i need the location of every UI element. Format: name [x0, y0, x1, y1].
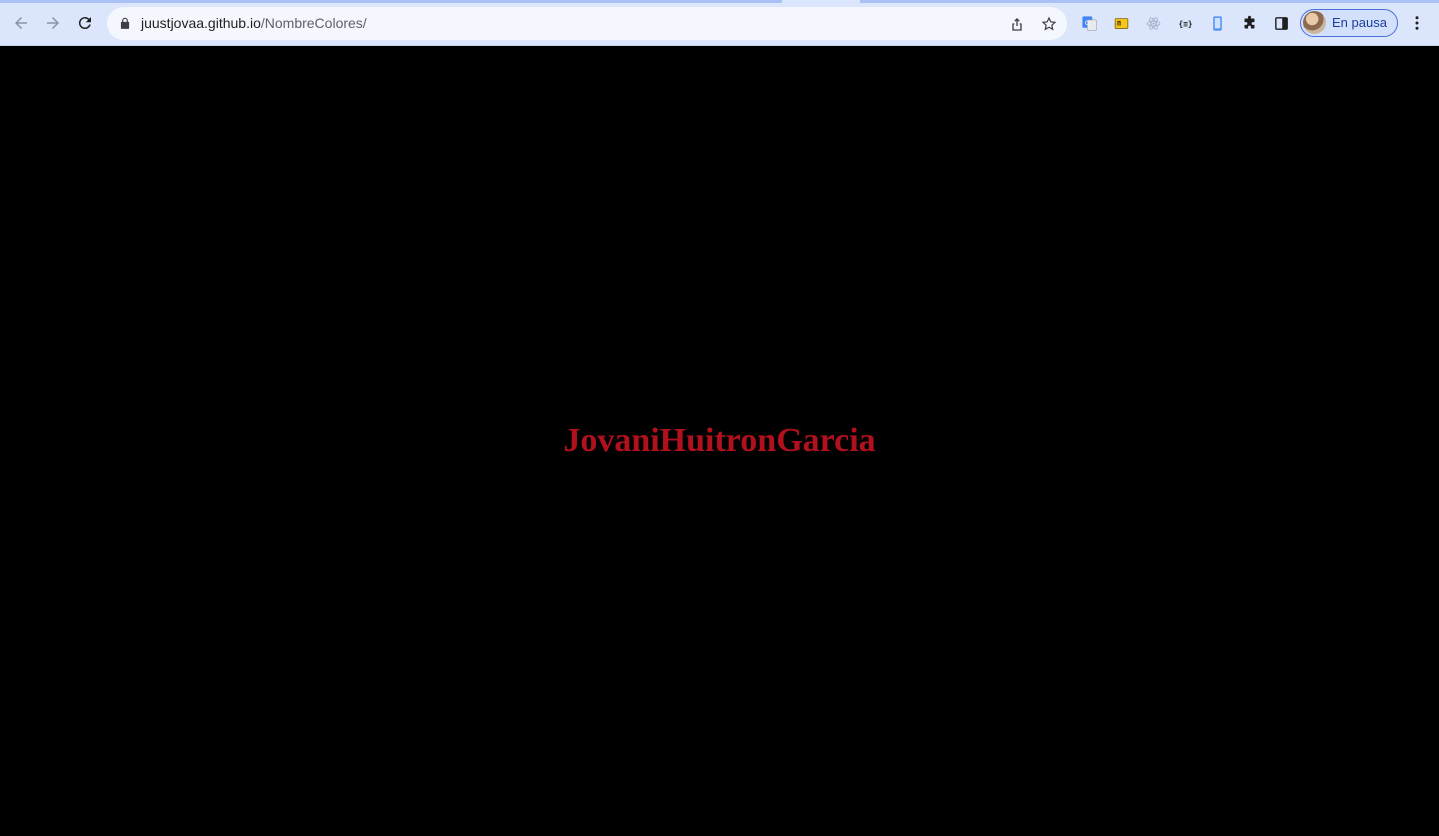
- device-extension-icon: [1212, 15, 1222, 31]
- svg-text:{≡}: {≡}: [1178, 19, 1192, 28]
- page-heading-name: JovaniHuitronGarcia: [563, 422, 876, 459]
- puzzle-icon: [1244, 15, 1254, 28]
- tab-strip: [0, 0, 1439, 3]
- folder-extension-icon: [1114, 17, 1128, 29]
- reload-button[interactable]: [72, 10, 98, 36]
- url-host: juustjovaa.github.io: [141, 15, 261, 31]
- arrow-left-icon: [15, 17, 27, 29]
- share-icon: [1012, 18, 1022, 31]
- profile-status-label: En pausa: [1332, 15, 1387, 30]
- url-text[interactable]: juustjovaa.github.io/NombreColores/: [141, 15, 367, 32]
- address-bar[interactable]: juustjovaa.github.io/NombreColores/: [107, 7, 1067, 40]
- avatar: [1303, 11, 1326, 34]
- browser-menu-button[interactable]: [1407, 12, 1427, 34]
- lock-icon[interactable]: [118, 16, 132, 30]
- device-extension[interactable]: [1207, 13, 1227, 33]
- extensions-button[interactable]: [1239, 13, 1259, 33]
- back-button[interactable]: [8, 10, 34, 36]
- folder-extension[interactable]: [1111, 13, 1131, 33]
- share-button[interactable]: [1007, 14, 1027, 34]
- browser-toolbar: juustjovaa.github.io/NombreColores/ G {≡…: [0, 0, 1439, 46]
- forward-button[interactable]: [40, 10, 66, 36]
- google-translate-extension[interactable]: G: [1079, 13, 1099, 33]
- arrow-right-icon: [47, 17, 59, 29]
- json-viewer-icon: {≡}: [1178, 19, 1192, 28]
- star-icon: [1041, 16, 1057, 31]
- reload-icon: [78, 17, 91, 30]
- url-path: /NombreColores/: [260, 15, 367, 31]
- bookmark-button[interactable]: [1039, 14, 1059, 34]
- profile-button[interactable]: En pausa: [1300, 9, 1398, 37]
- react-devtools-extension[interactable]: [1143, 13, 1163, 33]
- react-devtools-icon: [1146, 16, 1160, 30]
- kebab-menu-icon: [1415, 16, 1419, 30]
- json-viewer-extension[interactable]: {≡}: [1175, 13, 1195, 33]
- side-panel-button[interactable]: [1271, 13, 1291, 33]
- side-panel-icon: [1274, 16, 1288, 30]
- google-translate-icon: G: [1081, 15, 1097, 31]
- svg-text:G: G: [1084, 18, 1089, 26]
- page-viewport: JovaniHuitronGarcia: [0, 46, 1439, 836]
